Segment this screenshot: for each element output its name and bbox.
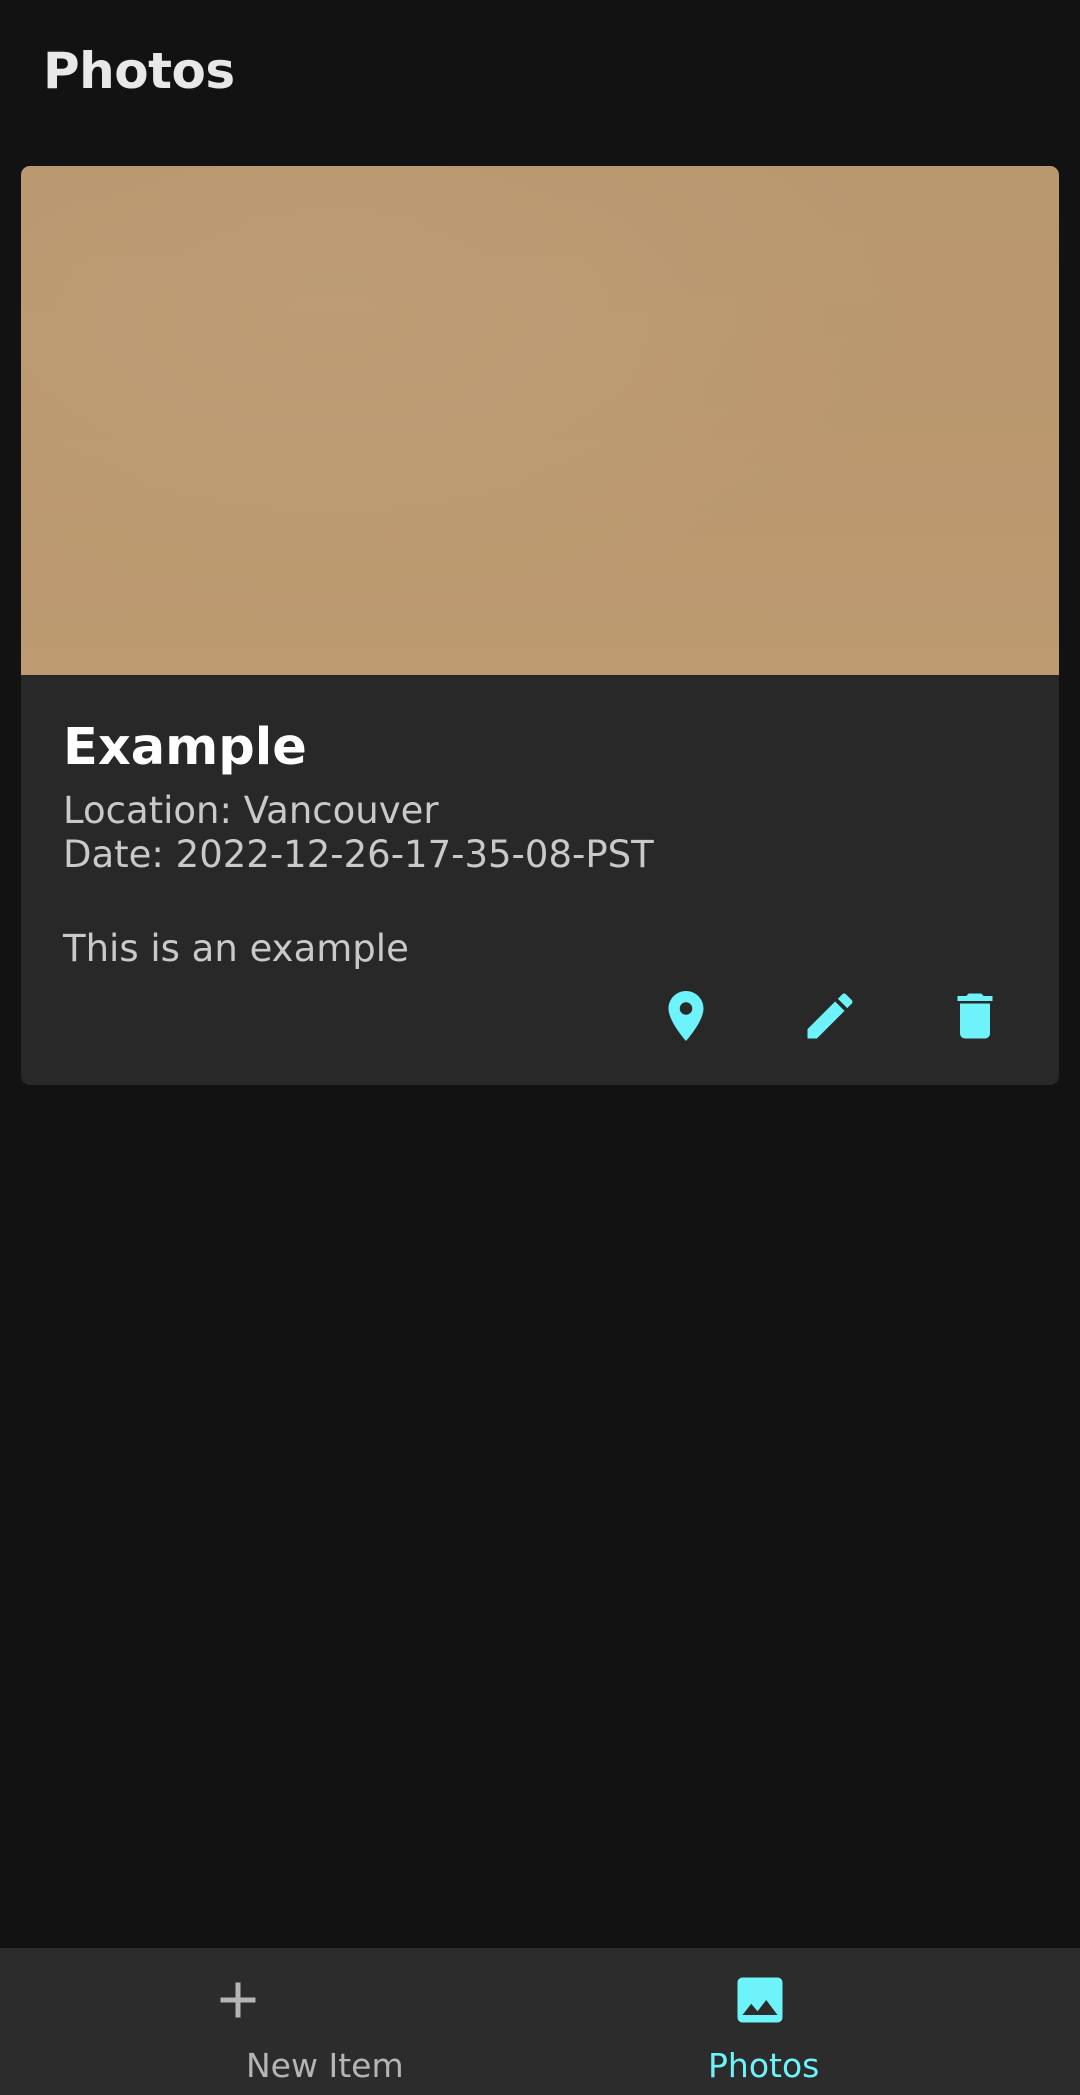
- card-title: Example: [63, 718, 307, 777]
- delete-button[interactable]: [933, 974, 1017, 1058]
- plus-icon: [208, 1970, 268, 2030]
- photo-card[interactable]: Example Location: Vancouver Date: 2022-1…: [21, 166, 1059, 1085]
- page-title: Photos: [43, 42, 235, 100]
- trash-icon: [957, 993, 993, 1039]
- nav-label-new-item: New Item: [246, 2046, 404, 2085]
- card-location: Location: Vancouver: [63, 789, 439, 832]
- bottom-navigation: New Item Photos: [0, 1948, 1080, 2095]
- photo-image[interactable]: [21, 166, 1059, 675]
- pencil-icon: [807, 993, 853, 1039]
- map-pin-icon: [668, 991, 704, 1041]
- card-description: This is an example: [63, 927, 409, 970]
- app-header: Photos: [0, 0, 1080, 150]
- card-date: Date: 2022-12-26-17-35-08-PST: [63, 833, 654, 876]
- nav-label-photos: Photos: [708, 2046, 820, 2085]
- nav-item-photos[interactable]: Photos: [540, 1948, 1080, 2095]
- nav-item-new-item[interactable]: New Item: [0, 1948, 540, 2095]
- image-icon: [730, 1970, 790, 2030]
- view-location-button[interactable]: [644, 974, 728, 1058]
- edit-button[interactable]: [788, 974, 872, 1058]
